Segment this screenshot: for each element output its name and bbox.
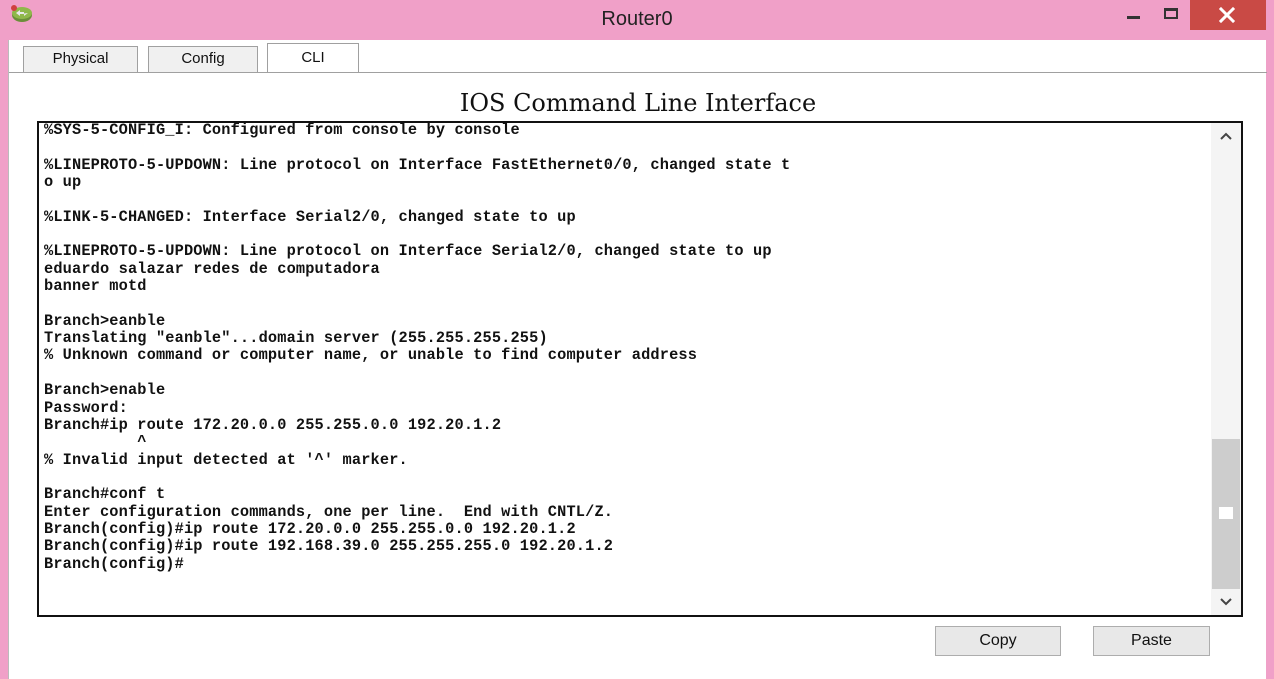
console-line: ^: [44, 433, 147, 452]
cli-heading: IOS Command Line Interface: [459, 89, 817, 117]
console-scrollbar[interactable]: [1211, 123, 1241, 615]
console-line: Branch>enable: [44, 381, 166, 400]
console-line: Password:: [44, 398, 128, 417]
console-line: %LINK-5-CHANGED: Interface Serial2/0, ch…: [44, 207, 576, 226]
tab-divider: [9, 72, 1267, 73]
router-window: Router0 Physical Config CLI IOS Command …: [0, 0, 1274, 679]
console-line: % Invalid input detected at '^' marker.: [44, 450, 408, 469]
chevron-down-icon: [1220, 598, 1232, 606]
paste-button[interactable]: Paste: [1093, 626, 1210, 656]
window-title: Router0: [601, 8, 673, 30]
title-bar[interactable]: Router0: [0, 0, 1274, 40]
close-button[interactable]: [1190, 0, 1266, 30]
copy-button[interactable]: Copy: [935, 626, 1061, 656]
console-line: %LINEPROTO-5-UPDOWN: Line protocol on In…: [44, 155, 791, 174]
scroll-grip: [1219, 507, 1233, 519]
console-line: o up: [44, 173, 82, 192]
console-line: %LINEPROTO-5-UPDOWN: Line protocol on In…: [44, 242, 772, 261]
tab-physical[interactable]: Physical: [23, 46, 138, 72]
tab-config[interactable]: Config: [148, 46, 258, 72]
console-line: Branch>eanble: [44, 311, 166, 330]
console-line: Branch(config)#ip route 172.20.0.0 255.2…: [44, 519, 576, 538]
console-line: Branch#ip route 172.20.0.0 255.255.0.0 1…: [44, 415, 502, 434]
console-output[interactable]: %SYS-5-CONFIG_I: Configured from console…: [44, 122, 1209, 614]
console-line: % Unknown command or computer name, or u…: [44, 346, 698, 365]
scroll-up-button[interactable]: [1211, 123, 1241, 149]
console-line: Branch(config)#ip route 192.168.39.0 255…: [44, 537, 614, 556]
minimize-button[interactable]: [1114, 0, 1152, 30]
scroll-down-button[interactable]: [1211, 589, 1241, 615]
console-line: eduardo salazar redes de computadora: [44, 259, 380, 278]
console-line: banner motd: [44, 277, 147, 296]
console-line: Branch#conf t: [44, 485, 166, 504]
cli-console[interactable]: %SYS-5-CONFIG_I: Configured from console…: [37, 121, 1243, 617]
client-area: Physical Config CLI IOS Command Line Int…: [8, 40, 1267, 679]
maximize-icon: [1164, 8, 1178, 19]
close-icon: [1219, 7, 1235, 23]
maximize-button[interactable]: [1152, 0, 1190, 30]
minimize-icon: [1127, 16, 1140, 19]
scroll-thumb[interactable]: [1212, 439, 1240, 589]
console-line: %SYS-5-CONFIG_I: Configured from console…: [44, 122, 520, 139]
console-line: Translating "eanble"...domain server (25…: [44, 329, 548, 348]
chevron-up-icon: [1220, 132, 1232, 140]
console-line: Branch(config)#: [44, 554, 184, 573]
tab-cli[interactable]: CLI: [267, 43, 359, 73]
console-line: Enter configuration commands, one per li…: [44, 502, 614, 521]
